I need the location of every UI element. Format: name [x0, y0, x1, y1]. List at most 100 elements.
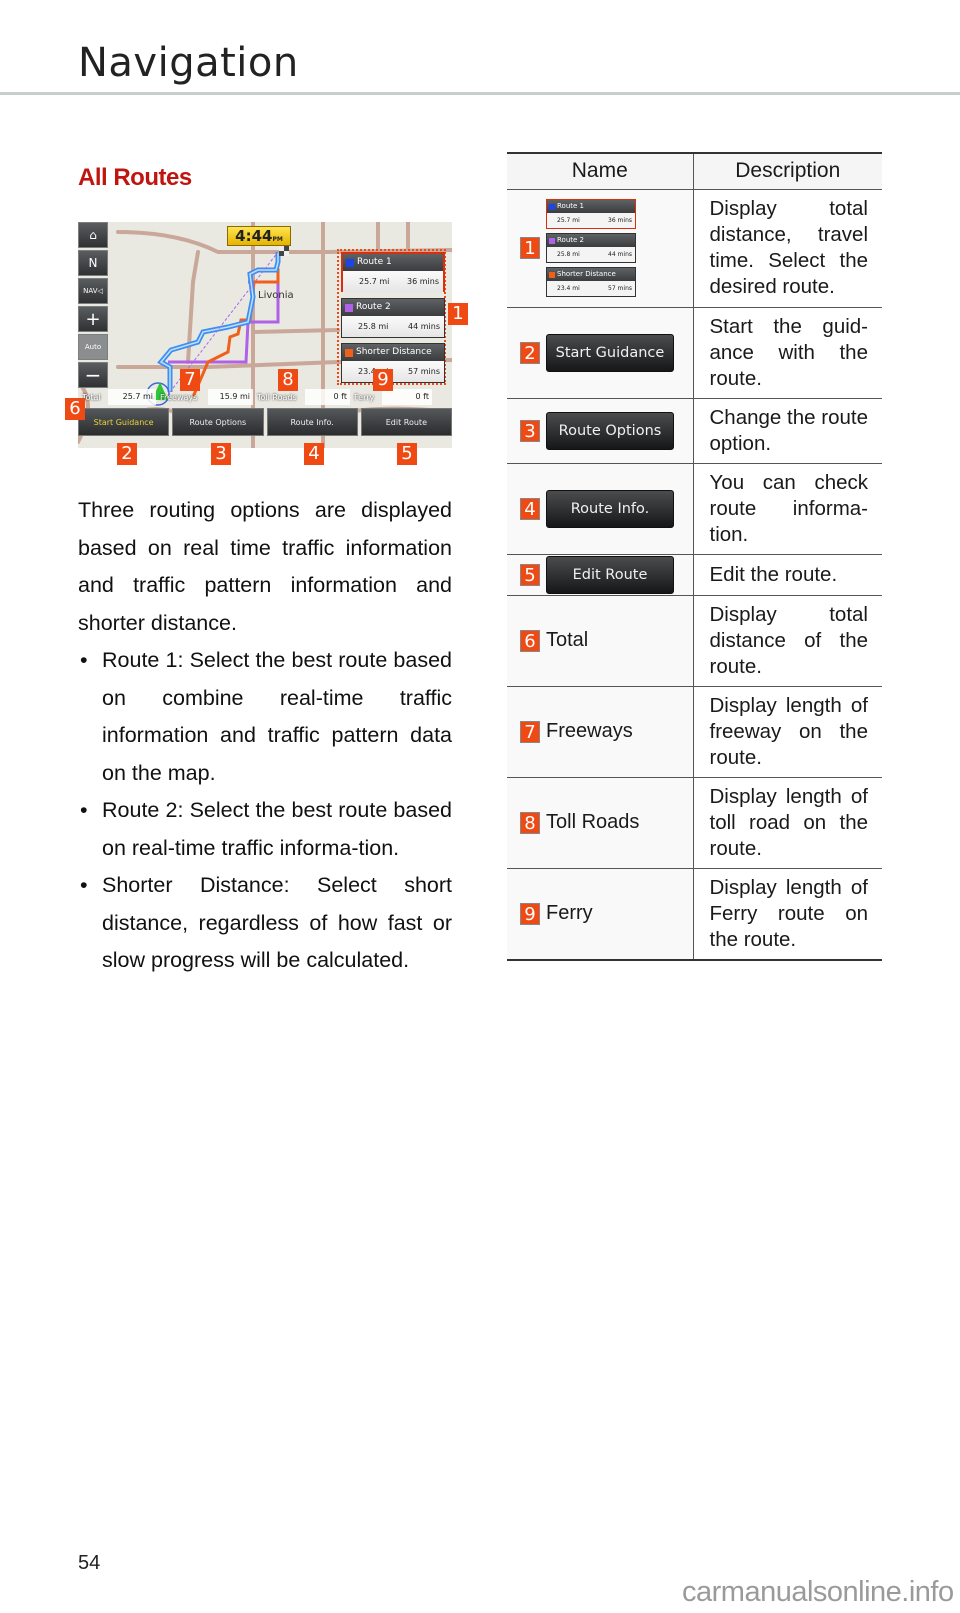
start-guidance-button-image: Start Guidance	[546, 333, 674, 372]
table-row: 5 Edit Route Edit the route.	[507, 553, 882, 595]
callout-badge: 8	[520, 811, 540, 834]
zoom-in-icon: +	[85, 308, 101, 330]
callout-badge: 6	[520, 629, 540, 652]
route-list: Route 1 25.7 mi 36 mins Route 2 25.8 mi 44…	[337, 249, 446, 385]
route-distance: 25.7 mi	[359, 277, 390, 286]
mini-route-name: Shorter Distance	[557, 270, 616, 278]
route-name: Shorter Distance	[356, 347, 432, 357]
callout-badge: 5	[520, 563, 540, 586]
auto-view-icon: Auto	[84, 343, 102, 351]
total-value: 25.7 mi	[108, 389, 156, 405]
route-card-shorter[interactable]: Shorter Distance 23.4 mi57 mins	[341, 343, 445, 383]
mini-route-time: 57 mins	[608, 285, 632, 292]
callout-9: 9	[373, 369, 393, 391]
description-cell: Start the guid-ance with the route.	[693, 306, 882, 398]
callout-badge: 3	[520, 419, 540, 442]
header-name: Name	[507, 153, 694, 190]
table-row: 9 Ferry Display length of Ferry route on …	[507, 867, 882, 960]
name-cell: 5 Edit Route	[507, 553, 694, 595]
compass-north-icon: N	[88, 256, 98, 270]
callout-7: 7	[180, 369, 200, 391]
callout-badge: 1	[520, 237, 540, 259]
header-description: Description	[693, 153, 882, 190]
name-cell: 9 Ferry	[507, 867, 694, 960]
route-cards-image: Route 1 25.7 mi 36 mins Route 2 25.8 mi 44 m…	[546, 196, 636, 300]
description-cell: You can check route informa-tion.	[693, 462, 882, 554]
route-card-1[interactable]: Route 1 25.7 mi 36 mins	[341, 252, 445, 292]
callout-5: 5	[397, 443, 417, 465]
start-guidance-button[interactable]: Start Guidance	[78, 408, 170, 436]
route-card-2[interactable]: Route 2 25.8 mi 44 mins	[341, 298, 445, 338]
route-options-button[interactable]: Route Options	[172, 408, 264, 436]
mini-route-name: Route 1	[557, 202, 584, 210]
mini-route-card: Shorter Distance 23.4 mi 57 mins	[546, 267, 636, 297]
table-row: 6 Total Display total distance of the rou…	[507, 594, 882, 686]
route-1-swatch	[346, 258, 354, 267]
route-2-swatch	[345, 303, 353, 312]
callout-3: 3	[211, 443, 231, 465]
description-table: Name Description 1 Route 1 25.7 mi 36 mins…	[507, 152, 882, 961]
name-cell: 7 Freeways	[507, 685, 694, 777]
zoom-out-button[interactable]: −	[78, 362, 108, 388]
title-divider	[0, 92, 960, 95]
callout-badge: 4	[520, 497, 540, 520]
home-button[interactable]: ⌂	[78, 222, 108, 248]
name-cell: 8 Toll Roads	[507, 776, 694, 868]
intro-paragraph: Three routing options are displayed base…	[78, 498, 452, 635]
name-cell: 6 Total	[507, 594, 694, 686]
map-road	[251, 328, 340, 334]
page-number: 54	[78, 1552, 101, 1574]
mini-route-time: 36 mins	[608, 217, 632, 224]
clock-time: 4:44	[235, 227, 273, 245]
north-up-button[interactable]: N	[78, 250, 108, 276]
description-cell: Change the route option.	[693, 397, 882, 463]
zoom-in-button[interactable]: +	[78, 306, 108, 332]
map-city-label: Livonia	[258, 290, 294, 301]
ferry-value: 0 ft	[382, 389, 432, 405]
edit-route-button[interactable]: Edit Route	[360, 408, 452, 436]
table-row: 3 Route Options Change the route option.	[507, 397, 882, 463]
route-distance: 25.8 mi	[358, 322, 389, 331]
freeways-label: Freeways	[160, 392, 198, 402]
callout-2: 2	[117, 443, 137, 465]
callout-6: 6	[65, 398, 85, 420]
navigation-screenshot: ⌂ N NAV◁ + Auto − 4:44PM Livonia Route 1…	[78, 222, 452, 448]
route-bullets: Route 1: Select the best route based on …	[78, 642, 452, 980]
freeways-value: 15.9 mi	[208, 389, 253, 405]
clock-ampm: PM	[272, 236, 283, 243]
row-name: Toll Roads	[546, 811, 640, 833]
table-row: 8 Toll Roads Display length of toll road …	[507, 776, 882, 868]
row-name: Total	[546, 629, 589, 651]
callout-1: 1	[448, 303, 468, 325]
bullet-shorter-distance: Shorter Distance: Select short distance,…	[78, 867, 452, 980]
route-time: 57 mins	[408, 367, 440, 376]
table-row: 4 Route Info. You can check route informa…	[507, 462, 882, 554]
bullet-route-2: Route 2: Select the best route based on …	[78, 792, 452, 867]
row-name: Freeways	[546, 720, 633, 742]
description-cell: Display length of Ferry route on the rou…	[693, 867, 882, 960]
route-time: 36 mins	[407, 277, 439, 286]
mini-route-card: Route 2 25.8 mi 44 mins	[546, 233, 636, 263]
watermark: carmanualsonline.info	[682, 1576, 954, 1608]
route-info-button[interactable]: Route Info.	[266, 408, 358, 436]
table-header-row: Name Description	[507, 153, 882, 190]
toll-roads-label: Toll Roads	[257, 392, 297, 402]
toll-roads-value: 0 ft	[305, 389, 350, 405]
body-text: Three routing options are displayed base…	[78, 492, 452, 980]
mini-route-card: Route 1 25.7 mi 36 mins	[546, 199, 636, 229]
ferry-label: Ferry	[354, 392, 375, 402]
section-heading: All Routes	[78, 164, 192, 191]
auto-view-button[interactable]: Auto	[78, 334, 108, 360]
nav-volume-button[interactable]: NAV◁	[78, 278, 108, 304]
mini-route-time: 44 mins	[608, 251, 632, 258]
description-cell: Display total distance of the route.	[693, 594, 882, 686]
mini-route-name: Route 2	[557, 236, 584, 244]
route-info-bar: Total 25.7 mi Freeways 15.9 mi Toll Road…	[78, 387, 452, 407]
shorter-swatch	[345, 348, 353, 357]
route-info-button-image: Route Info.	[546, 489, 674, 528]
description-cell: Display length of freeway on the route.	[693, 685, 882, 777]
zoom-out-icon: −	[84, 363, 102, 387]
callout-4: 4	[304, 443, 324, 465]
table-row: 1 Route 1 25.7 mi 36 mins Route 2 25.8 mi 44…	[507, 188, 882, 307]
clock: 4:44PM	[227, 226, 291, 246]
